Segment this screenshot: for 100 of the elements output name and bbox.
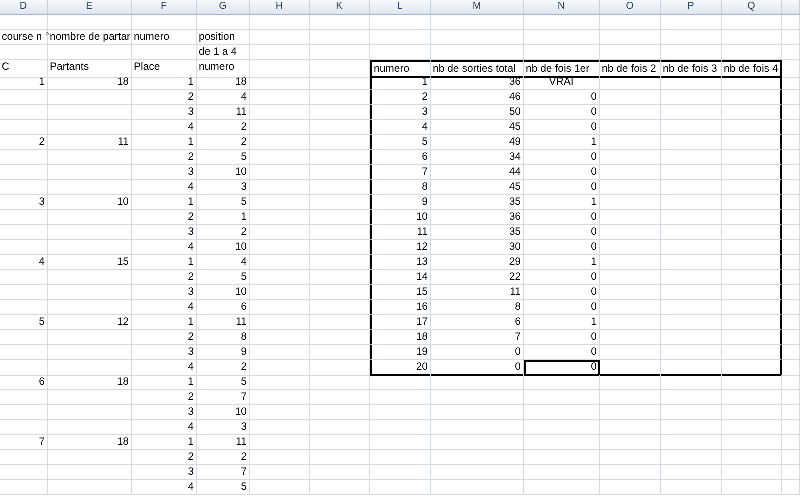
- table-cell[interactable]: 1: [132, 75, 197, 90]
- table-cell[interactable]: [722, 330, 782, 345]
- table-cell[interactable]: 1: [524, 135, 600, 150]
- table-cell[interactable]: 7: [431, 330, 524, 345]
- table-cell[interactable]: 2: [197, 225, 250, 240]
- table-cell[interactable]: nb de fois 2: [600, 60, 661, 78]
- column-header[interactable]: F: [132, 0, 197, 14]
- table-cell[interactable]: 0: [524, 90, 600, 105]
- table-cell[interactable]: 16: [370, 300, 431, 315]
- table-cell[interactable]: [722, 300, 782, 315]
- table-cell[interactable]: 5: [197, 375, 250, 390]
- table-cell[interactable]: 4: [197, 255, 250, 270]
- table-cell[interactable]: [722, 285, 782, 300]
- table-cell[interactable]: 1: [524, 195, 600, 210]
- table-cell[interactable]: 2: [197, 120, 250, 135]
- table-cell[interactable]: 12: [48, 315, 132, 330]
- table-cell[interactable]: 11: [197, 435, 250, 450]
- table-cell[interactable]: 19: [370, 345, 431, 360]
- table-cell[interactable]: 45: [431, 180, 524, 195]
- table-cell[interactable]: 1: [132, 315, 197, 330]
- table-cell[interactable]: 8: [431, 300, 524, 315]
- table-cell[interactable]: 11: [197, 315, 250, 330]
- table-cell[interactable]: 17: [370, 315, 431, 330]
- table-cell[interactable]: 0: [524, 105, 600, 120]
- table-cell[interactable]: 6: [0, 375, 48, 390]
- table-cell[interactable]: 0: [524, 225, 600, 240]
- table-cell[interactable]: 5: [370, 135, 431, 150]
- table-cell[interactable]: 18: [48, 375, 132, 390]
- table-cell[interactable]: 0: [524, 120, 600, 135]
- table-cell[interactable]: [722, 120, 782, 135]
- table-cell[interactable]: 29: [431, 255, 524, 270]
- column-header[interactable]: E: [48, 0, 132, 14]
- table-cell[interactable]: 6: [370, 150, 431, 165]
- table-cell[interactable]: 0: [524, 165, 600, 180]
- table-cell[interactable]: 1: [524, 255, 600, 270]
- table-cell[interactable]: 0: [524, 300, 600, 315]
- table-cell[interactable]: Partants: [48, 60, 132, 78]
- table-cell[interactable]: 45: [431, 120, 524, 135]
- table-cell[interactable]: 1: [0, 75, 48, 90]
- table-cell[interactable]: 3: [197, 420, 250, 435]
- table-cell[interactable]: 2: [132, 150, 197, 165]
- table-cell[interactable]: 2: [132, 450, 197, 465]
- table-cell[interactable]: 34: [431, 150, 524, 165]
- table-cell[interactable]: [722, 165, 782, 180]
- table-cell[interactable]: [722, 150, 782, 165]
- table-cell[interactable]: 20: [370, 360, 431, 376]
- table-cell[interactable]: [722, 75, 782, 90]
- table-cell[interactable]: 2: [132, 390, 197, 405]
- table-cell[interactable]: 8: [197, 330, 250, 345]
- table-cell[interactable]: 1: [524, 315, 600, 330]
- column-header[interactable]: Q: [722, 0, 782, 14]
- table-cell[interactable]: 2: [132, 330, 197, 345]
- table-cell[interactable]: 10: [197, 240, 250, 255]
- table-cell[interactable]: 9: [197, 345, 250, 360]
- table-cell[interactable]: 10: [370, 210, 431, 225]
- table-cell[interactable]: [722, 315, 782, 330]
- table-cell[interactable]: 46: [431, 90, 524, 105]
- table-cell[interactable]: 3: [132, 165, 197, 180]
- table-cell[interactable]: 13: [370, 255, 431, 270]
- table-cell[interactable]: numero: [132, 30, 197, 45]
- table-cell[interactable]: position: [197, 30, 250, 45]
- table-cell[interactable]: 30: [431, 240, 524, 255]
- table-cell[interactable]: 4: [132, 180, 197, 195]
- table-cell[interactable]: 0: [524, 270, 600, 285]
- table-cell[interactable]: 3: [370, 105, 431, 120]
- column-header[interactable]: L: [370, 0, 431, 14]
- table-cell[interactable]: 2: [132, 210, 197, 225]
- column-header[interactable]: M: [431, 0, 524, 14]
- table-cell[interactable]: 3: [132, 345, 197, 360]
- table-cell[interactable]: 18: [48, 435, 132, 450]
- table-cell[interactable]: 4: [0, 255, 48, 270]
- table-cell[interactable]: numero: [197, 60, 250, 78]
- table-cell[interactable]: 5: [0, 315, 48, 330]
- table-cell[interactable]: 1: [132, 195, 197, 210]
- column-header[interactable]: N: [524, 0, 600, 14]
- column-header[interactable]: D: [0, 0, 48, 14]
- table-cell[interactable]: 11: [197, 105, 250, 120]
- table-cell[interactable]: nb de fois 1er: [524, 60, 600, 78]
- column-header[interactable]: P: [661, 0, 722, 14]
- table-cell[interactable]: 1: [132, 435, 197, 450]
- table-cell[interactable]: 15: [48, 255, 132, 270]
- table-cell[interactable]: 6: [197, 300, 250, 315]
- table-cell[interactable]: nb de fois 3: [661, 60, 722, 78]
- table-cell[interactable]: 0: [524, 360, 600, 376]
- table-cell[interactable]: 5: [197, 270, 250, 285]
- table-cell[interactable]: 3: [132, 225, 197, 240]
- table-cell[interactable]: 10: [197, 165, 250, 180]
- table-cell[interactable]: 4: [132, 240, 197, 255]
- table-cell[interactable]: 3: [132, 285, 197, 300]
- table-cell[interactable]: 2: [197, 360, 250, 376]
- table-cell[interactable]: VRAI: [524, 75, 600, 90]
- table-cell[interactable]: 11: [370, 225, 431, 240]
- table-cell[interactable]: [722, 90, 782, 105]
- table-cell[interactable]: 7: [0, 435, 48, 450]
- column-header[interactable]: H: [250, 0, 310, 14]
- column-header[interactable]: G: [197, 0, 250, 14]
- table-cell[interactable]: 0: [524, 345, 600, 360]
- table-cell[interactable]: 8: [370, 180, 431, 195]
- table-cell[interactable]: [722, 210, 782, 225]
- table-cell[interactable]: 2: [132, 90, 197, 105]
